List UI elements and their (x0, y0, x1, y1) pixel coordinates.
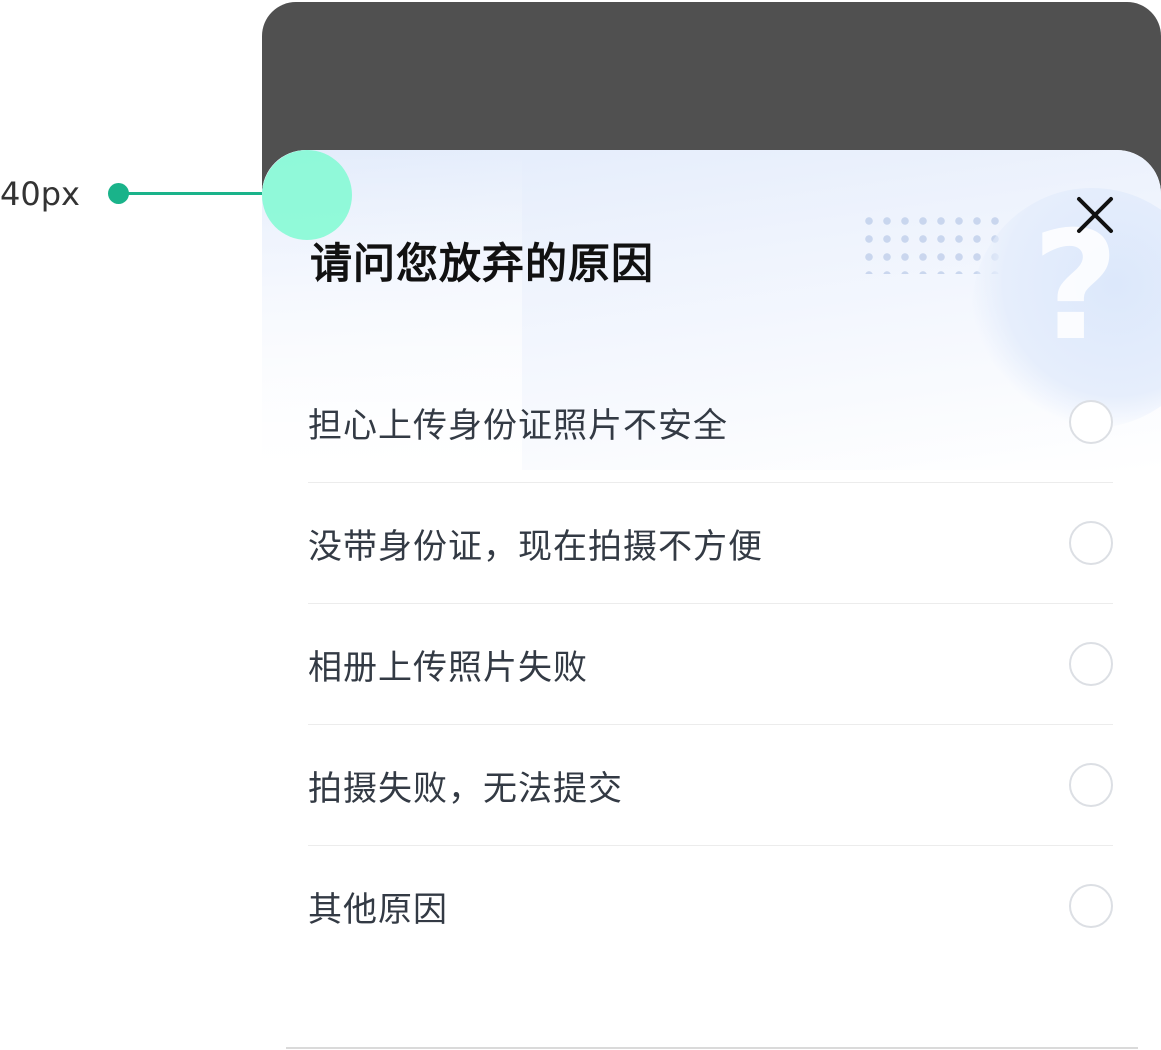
reason-option-label: 担心上传身份证照片不安全 (308, 405, 728, 446)
close-button[interactable] (1070, 190, 1120, 240)
reason-option-label: 没带身份证，现在拍摄不方便 (308, 526, 763, 567)
spacing-annotation-label: 40px (0, 175, 80, 213)
corner-radius-highlight (262, 150, 352, 240)
reason-option[interactable]: 拍摄失败，无法提交 (308, 725, 1113, 846)
close-icon (1077, 197, 1113, 233)
reason-option-label: 其他原因 (308, 889, 448, 930)
reason-option-list: 担心上传身份证照片不安全 没带身份证，现在拍摄不方便 相册上传照片失败 拍摄失败… (308, 362, 1113, 966)
reason-option[interactable]: 相册上传照片失败 (308, 604, 1113, 725)
reason-option[interactable]: 其他原因 (308, 846, 1113, 966)
dialog-title: 请问您放弃的原因 (310, 239, 655, 288)
reason-option[interactable]: 担心上传身份证照片不安全 (308, 362, 1113, 483)
bottom-divider (286, 1047, 1138, 1049)
bottom-sheet-dialog: ? 请问您放弃的原因 担心上传身份证照片不安全 没带身份证，现在拍摄不方便 相册… (262, 150, 1161, 1050)
reason-option-label: 拍摄失败，无法提交 (308, 768, 623, 809)
radio-button[interactable] (1069, 884, 1113, 928)
radio-button[interactable] (1069, 400, 1113, 444)
radio-button[interactable] (1069, 521, 1113, 565)
stage: 40px ? 请问您放弃的原因 担心上传身份证照片不安全 没带身份证，现在拍摄不… (0, 0, 1161, 1050)
radio-button[interactable] (1069, 763, 1113, 807)
radio-button[interactable] (1069, 642, 1113, 686)
reason-option-label: 相册上传照片失败 (308, 647, 588, 688)
reason-option[interactable]: 没带身份证，现在拍摄不方便 (308, 483, 1113, 604)
annotation-leader-line (120, 192, 268, 195)
